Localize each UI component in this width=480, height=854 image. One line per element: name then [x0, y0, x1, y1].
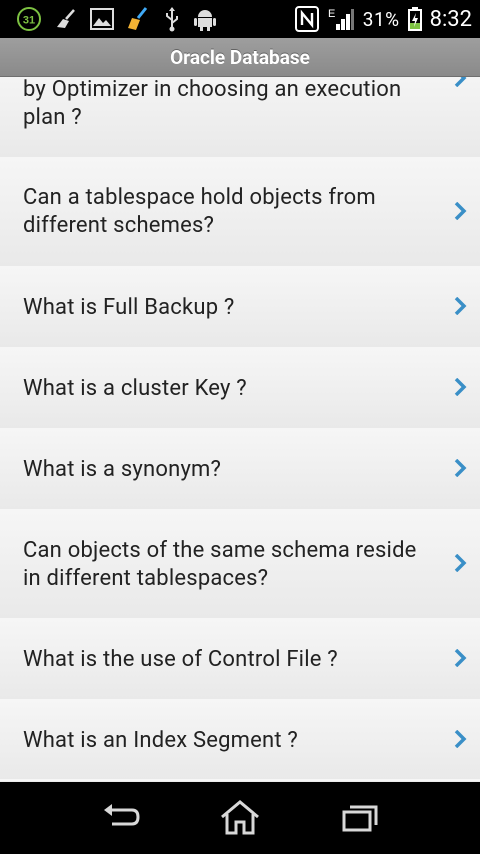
gallery-icon	[90, 8, 114, 30]
chevron-right-icon	[454, 649, 467, 667]
chevron-right-icon	[454, 297, 467, 315]
battery-percent: 31%	[362, 7, 400, 31]
recent-apps-icon[interactable]	[336, 800, 384, 836]
chevron-right-icon	[454, 459, 467, 477]
home-icon[interactable]	[216, 800, 264, 836]
chevron-right-icon	[454, 77, 467, 87]
page-title: Oracle Database	[170, 45, 310, 69]
list-item-text: Can objects of the same schema reside in…	[23, 538, 417, 591]
navigation-bar	[0, 782, 480, 854]
list-item[interactable]: What is the use of Control File ?	[0, 618, 480, 700]
list-bottom-divider	[0, 779, 480, 781]
chevron-right-icon	[454, 378, 467, 396]
list-item-text: What is a cluster Key ?	[23, 376, 247, 401]
list-item[interactable]: by Optimizer in choosing an execution pl…	[0, 77, 480, 158]
chevron-right-icon	[454, 730, 467, 748]
notification-badge-text: 31	[23, 15, 35, 27]
list-item-text: What is a synonym?	[23, 457, 222, 482]
calendar-badge-icon: 31	[17, 7, 41, 31]
clock: 8:32	[429, 6, 472, 32]
back-icon[interactable]	[98, 800, 146, 836]
list-item[interactable]: What is an Index Segment ?	[0, 699, 480, 781]
list-item-text: What is an Index Segment ?	[23, 728, 299, 753]
title-bar: Oracle Database	[0, 38, 480, 77]
battery-charging-icon	[407, 7, 422, 31]
list-item[interactable]: What is a cluster Key ?	[0, 347, 480, 429]
list-item[interactable]: Can objects of the same schema reside in…	[0, 509, 480, 619]
list-item-text: What is the use of Control File ?	[23, 647, 338, 672]
network-type-text: E	[328, 8, 335, 20]
list-item[interactable]: What is a synonym?	[0, 428, 480, 510]
list-item-text: What is Full Backup ?	[23, 295, 235, 320]
list-item[interactable]: Can a tablespace hold objects from diffe…	[0, 157, 480, 267]
chevron-right-icon	[454, 202, 467, 220]
question-list[interactable]: by Optimizer in choosing an execution pl…	[0, 77, 480, 781]
broom-icon	[57, 9, 75, 28]
nfc-icon	[294, 6, 319, 32]
status-bar: 31 E 31% 8:32	[0, 0, 480, 38]
chevron-right-icon	[454, 554, 467, 572]
usb-icon	[166, 7, 178, 32]
list-item[interactable]: What is Full Backup ?	[0, 266, 480, 348]
list-item-text: by Optimizer in choosing an execution pl…	[23, 77, 402, 130]
cleaner-brush-icon	[128, 7, 148, 30]
android-debug-icon	[194, 10, 216, 31]
list-item-text: Can a tablespace hold objects from diffe…	[23, 185, 376, 238]
signal-icon: E	[328, 8, 354, 30]
